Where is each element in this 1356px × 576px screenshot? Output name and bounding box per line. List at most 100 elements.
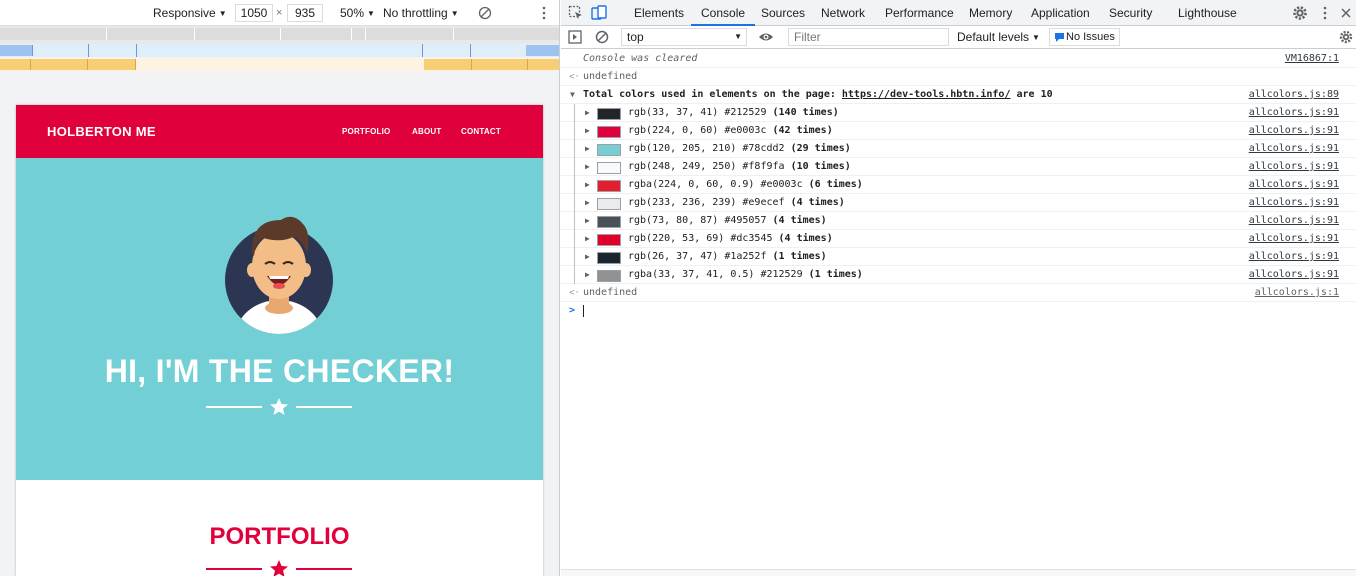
source-link[interactable]: allcolors.js:1 xyxy=(1255,284,1339,302)
source-link[interactable]: allcolors.js:91 xyxy=(1249,194,1339,212)
color-label: rgb(120, 205, 210) #78cdd2 xyxy=(628,143,785,154)
tab-security[interactable]: Security xyxy=(1109,0,1152,26)
site-brand[interactable]: HOLBERTON ME xyxy=(47,124,156,139)
height-input[interactable]: 935 xyxy=(287,4,323,22)
media-query-range[interactable] xyxy=(0,59,31,70)
summary-prefix: Total colors used in elements on the pag… xyxy=(583,89,842,100)
console-group-header[interactable]: ▼ Total colors used in elements on the p… xyxy=(561,86,1356,104)
color-row[interactable]: ▶ rgb(33, 37, 41) #212529 (140 times) allc… xyxy=(561,104,1356,122)
settings-gear-icon[interactable] xyxy=(1292,5,1308,21)
group-indent-bar xyxy=(574,230,575,248)
avatar xyxy=(225,216,333,334)
source-link[interactable]: allcolors.js:91 xyxy=(1249,140,1339,158)
expand-triangle-icon[interactable]: ▶ xyxy=(585,248,590,266)
media-query-bar-min xyxy=(0,58,559,71)
expand-triangle-icon[interactable]: ▶ xyxy=(585,104,590,122)
width-input[interactable]: 1050 xyxy=(235,4,273,22)
color-row[interactable]: ▶ rgb(248, 249, 250) #f8f9fa (10 times) al… xyxy=(561,158,1356,176)
star-divider xyxy=(206,560,352,576)
color-row[interactable]: ▶ rgb(73, 80, 87) #495057 (4 times) allcol… xyxy=(561,212,1356,230)
expand-triangle-icon[interactable]: ▶ xyxy=(585,194,590,212)
source-link[interactable]: allcolors.js:91 xyxy=(1249,266,1339,284)
tab-elements[interactable]: Elements xyxy=(634,0,684,26)
expand-triangle-icon[interactable]: ▶ xyxy=(585,158,590,176)
color-row[interactable]: ▶ rgba(33, 37, 41, 0.5) #212529 (1 times)… xyxy=(561,266,1356,284)
console-settings-gear-icon[interactable] xyxy=(1339,30,1353,44)
media-query-range[interactable] xyxy=(528,59,559,70)
site-navbar: HOLBERTON ME PORTFOLIO ABOUT CONTACT xyxy=(16,105,543,158)
tab-network[interactable]: Network xyxy=(821,0,865,26)
nav-link-portfolio[interactable]: PORTFOLIO xyxy=(342,127,390,136)
expand-triangle-icon[interactable]: ▶ xyxy=(585,176,590,194)
nav-link-contact[interactable]: CONTACT xyxy=(461,127,501,136)
source-link[interactable]: allcolors.js:91 xyxy=(1249,122,1339,140)
tab-sources[interactable]: Sources xyxy=(761,0,805,26)
color-swatch xyxy=(597,162,621,174)
tab-performance[interactable]: Performance xyxy=(885,0,954,26)
more-options-icon[interactable] xyxy=(1321,6,1329,20)
expand-triangle-icon[interactable]: ▶ xyxy=(585,122,590,140)
more-options-icon[interactable] xyxy=(540,6,548,20)
color-row[interactable]: ▶ rgb(224, 0, 60) #e0003c (42 times) allco… xyxy=(561,122,1356,140)
media-query-range[interactable] xyxy=(526,45,559,56)
inspect-element-icon[interactable] xyxy=(568,5,584,21)
filter-input[interactable] xyxy=(788,28,949,46)
color-row[interactable]: ▶ rgb(233, 236, 239) #e9ecef (4 times) all… xyxy=(561,194,1356,212)
page-viewport[interactable]: HOLBERTON ME PORTFOLIO ABOUT CONTACT HI,… xyxy=(16,105,543,576)
close-icon[interactable] xyxy=(1340,7,1352,19)
color-count: (1 times) xyxy=(772,251,827,262)
source-link[interactable]: allcolors.js:91 xyxy=(1249,248,1339,266)
media-query-range[interactable] xyxy=(31,59,88,70)
media-query-marker[interactable] xyxy=(470,44,471,57)
summary-url-link[interactable]: https://dev-tools.hbtn.info/ xyxy=(842,89,1011,100)
color-row[interactable]: ▶ rgba(224, 0, 60, 0.9) #e0003c (6 times)… xyxy=(561,176,1356,194)
tab-memory[interactable]: Memory xyxy=(969,0,1012,26)
source-link[interactable]: allcolors.js:91 xyxy=(1249,158,1339,176)
device-ruler xyxy=(0,26,559,44)
tab-lighthouse[interactable]: Lighthouse xyxy=(1178,0,1237,26)
expand-triangle-icon[interactable]: ▼ xyxy=(570,86,575,104)
media-query-marker[interactable] xyxy=(88,44,89,57)
color-label: rgb(26, 37, 47) #1a252f xyxy=(628,251,767,262)
sidebar-toggle-icon[interactable] xyxy=(568,30,582,44)
color-row[interactable]: ▶ rgb(120, 205, 210) #78cdd2 (29 times) al… xyxy=(561,140,1356,158)
media-query-marker[interactable] xyxy=(422,44,423,57)
color-row[interactable]: ▶ rgb(26, 37, 47) #1a252f (1 times) allcol… xyxy=(561,248,1356,266)
media-query-bar-max xyxy=(0,44,559,57)
tab-application[interactable]: Application xyxy=(1031,0,1090,26)
expand-triangle-icon[interactable]: ▶ xyxy=(585,266,590,284)
context-select[interactable]: top ▼ xyxy=(621,28,747,46)
expand-triangle-icon[interactable]: ▶ xyxy=(585,140,590,158)
tab-console[interactable]: Console xyxy=(691,0,756,26)
expand-triangle-icon[interactable]: ▶ xyxy=(585,212,590,230)
media-query-range[interactable] xyxy=(472,59,528,70)
color-row[interactable]: ▶ rgb(220, 53, 69) #dc3545 (4 times) allco… xyxy=(561,230,1356,248)
console-prompt[interactable]: > xyxy=(561,302,1356,320)
source-link[interactable]: allcolors.js:91 xyxy=(1249,212,1339,230)
color-label: rgb(233, 236, 239) #e9ecef xyxy=(628,197,785,208)
device-toolbar-icon[interactable] xyxy=(591,5,607,21)
device-emulation-pane: Responsive ▼ 1050 × 935 50% ▼ No throttlin… xyxy=(0,0,560,576)
expand-triangle-icon[interactable]: ▶ xyxy=(585,230,590,248)
source-link[interactable]: allcolors.js:91 xyxy=(1249,176,1339,194)
dimensions-dropdown[interactable]: Responsive ▼ xyxy=(153,0,227,26)
portfolio-heading: PORTFOLIO xyxy=(209,523,350,550)
source-link[interactable]: allcolors.js:91 xyxy=(1249,104,1339,122)
clear-console-icon[interactable] xyxy=(595,30,609,44)
log-levels-dropdown[interactable]: Default levels ▼ xyxy=(957,26,1040,49)
zoom-dropdown[interactable]: 50% ▼ xyxy=(340,0,375,26)
eye-icon[interactable] xyxy=(758,31,774,43)
throttling-dropdown[interactable]: No throttling ▼ xyxy=(383,0,459,26)
media-query-range[interactable] xyxy=(0,45,33,56)
issues-button[interactable]: No Issues xyxy=(1049,28,1120,46)
console-return: <· undefined allcolors.js:1 xyxy=(561,284,1356,302)
chevron-down-icon: ▼ xyxy=(367,9,375,18)
rotate-icon[interactable] xyxy=(478,6,492,20)
source-link[interactable]: allcolors.js:89 xyxy=(1249,86,1339,104)
source-link[interactable]: VM16867:1 xyxy=(1285,50,1339,68)
media-query-marker[interactable] xyxy=(136,44,137,57)
nav-link-about[interactable]: ABOUT xyxy=(412,127,441,136)
media-query-range[interactable] xyxy=(424,59,472,70)
media-query-range[interactable] xyxy=(88,59,136,70)
source-link[interactable]: allcolors.js:91 xyxy=(1249,230,1339,248)
